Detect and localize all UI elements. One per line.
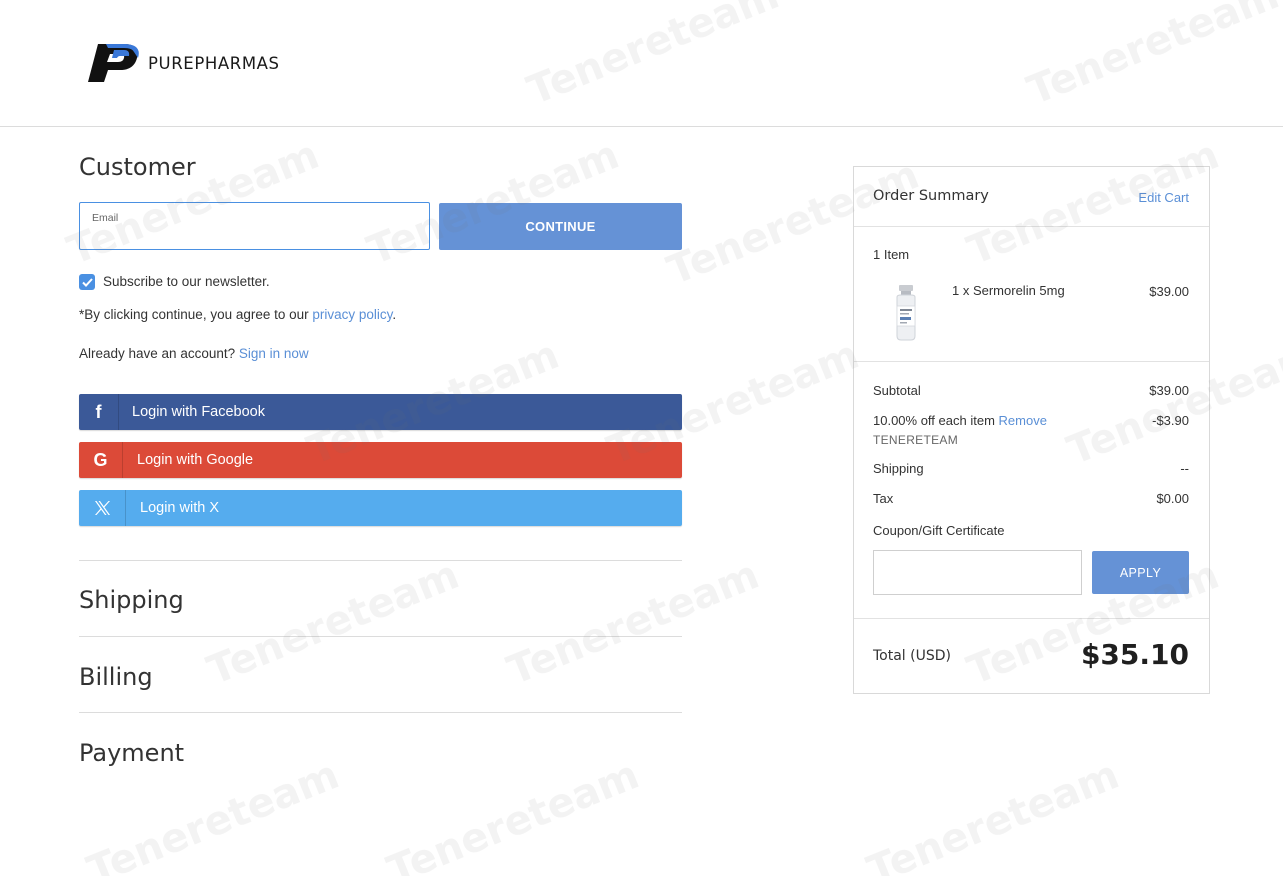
item-name: 1 x Sermorelin 5mg: [952, 283, 1065, 298]
billing-heading[interactable]: Billing: [79, 663, 153, 691]
privacy-notice: *By clicking continue, you agree to our …: [79, 307, 396, 322]
facebook-login-button[interactable]: f Login with Facebook: [79, 394, 682, 430]
sign-in-prompt: Already have an account? Sign in now: [79, 346, 309, 361]
logo-mark-icon: [88, 44, 139, 82]
privacy-policy-link[interactable]: privacy policy: [312, 307, 392, 322]
account-prefix: Already have an account?: [79, 346, 239, 361]
applied-coupon-code: TENERETEAM: [873, 433, 959, 447]
section-divider: [79, 712, 682, 713]
shipping-heading[interactable]: Shipping: [79, 586, 184, 614]
site-header: PUREPHARMAS: [0, 0, 1283, 127]
shipping-label: Shipping: [873, 461, 924, 476]
continue-button[interactable]: CONTINUE: [439, 203, 682, 250]
facebook-login-label: Login with Facebook: [132, 404, 265, 420]
discount-value: -$3.90: [1152, 413, 1189, 428]
coupon-input[interactable]: [873, 550, 1082, 595]
customer-heading: Customer: [79, 153, 196, 181]
watermark-text: Tenereteam: [81, 751, 346, 876]
total-value: $35.10: [1080, 638, 1189, 671]
item-count: 1 Item: [873, 247, 910, 262]
cart-items: 1 Item 1 x Sermorelin 5mg $39.00: [854, 227, 1209, 362]
subtotal-value: $39.00: [1149, 383, 1189, 398]
watermark-text: Tenereteam: [861, 751, 1126, 876]
watermark-text: Tenereteam: [501, 551, 766, 695]
sign-in-link[interactable]: Sign in now: [239, 346, 309, 361]
section-divider: [79, 636, 682, 637]
edit-cart-link[interactable]: Edit Cart: [1138, 190, 1189, 205]
shipping-value: --: [1180, 461, 1189, 476]
newsletter-label[interactable]: Subscribe to our newsletter.: [103, 274, 270, 289]
subtotal-label: Subtotal: [873, 383, 921, 398]
x-logo-icon: [94, 501, 110, 515]
order-summary-panel: Order Summary Edit Cart 1 Item 1 x Sermo…: [853, 166, 1210, 694]
checkmark-icon: [81, 277, 93, 287]
x-login-label: Login with X: [140, 500, 219, 516]
google-icon: G: [79, 442, 123, 478]
remove-discount-link[interactable]: Remove: [999, 413, 1047, 428]
email-label: Email: [92, 212, 119, 224]
brand-logo[interactable]: PUREPHARMAS: [84, 42, 280, 84]
google-login-button[interactable]: G Login with Google: [79, 442, 682, 478]
privacy-suffix: .: [392, 307, 397, 322]
facebook-icon: f: [79, 394, 119, 430]
tax-value: $0.00: [1156, 491, 1189, 506]
privacy-prefix: *By clicking continue, you agree to our: [79, 307, 313, 322]
total-label: Total (USD): [873, 648, 951, 664]
item-price: $39.00: [1149, 284, 1189, 299]
vial-icon: [896, 285, 916, 341]
x-icon: [79, 490, 126, 526]
discount-label: 10.00% off each item: [873, 413, 995, 428]
watermark-text: Tenereteam: [201, 551, 466, 695]
payment-heading[interactable]: Payment: [79, 739, 184, 767]
order-summary-title: Order Summary: [873, 188, 989, 204]
tax-label: Tax: [873, 491, 894, 506]
brand-name: PUREPHARMAS: [148, 53, 280, 73]
google-login-label: Login with Google: [137, 452, 254, 468]
coupon-label: Coupon/Gift Certificate: [873, 523, 1005, 538]
apply-coupon-button[interactable]: APPLY: [1092, 551, 1189, 594]
order-total: Total (USD) $35.10: [854, 618, 1209, 694]
newsletter-checkbox[interactable]: [79, 274, 95, 290]
section-divider: [79, 560, 682, 561]
email-field[interactable]: Email: [79, 202, 430, 250]
discount-line: 10.00% off each item Remove: [873, 413, 1047, 428]
x-login-button[interactable]: Login with X: [79, 490, 682, 526]
product-vial-image: [892, 284, 920, 347]
watermark-text: Tenereteam: [381, 751, 646, 876]
order-summary-header: Order Summary Edit Cart: [854, 167, 1209, 227]
